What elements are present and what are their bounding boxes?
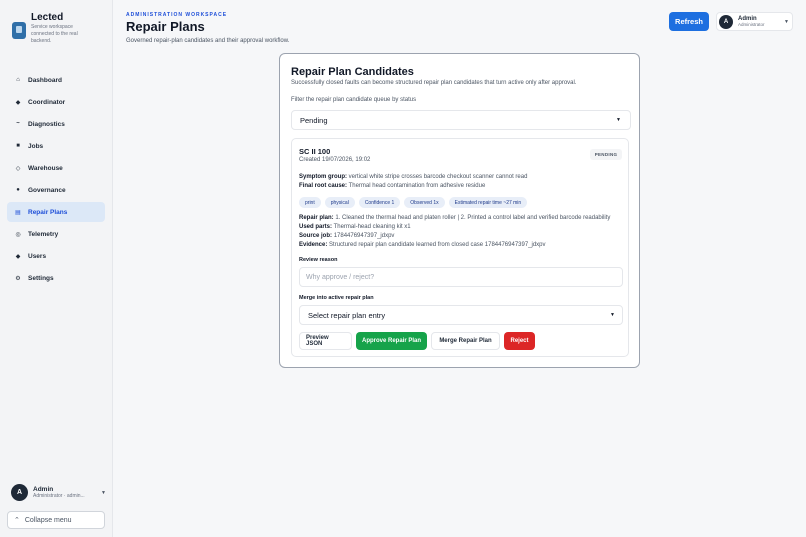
page-subtitle: Governed repair-plan candidates and thei… xyxy=(126,38,290,44)
symptom-group: Symptom group: vertical white stripe cro… xyxy=(299,174,528,180)
avatar: A xyxy=(11,484,28,501)
collapse-menu-button[interactable]: ⌃ Collapse menu xyxy=(7,511,105,529)
users-icon: ◆ xyxy=(15,253,21,260)
candidate-title: SC II 100 xyxy=(299,147,331,156)
status-filter-value: Pending xyxy=(300,115,328,125)
sidebar-item-label: Warehouse xyxy=(28,164,63,172)
user-role: Administrator · admin... xyxy=(33,493,85,499)
brand: Lected Service workspace connected to th… xyxy=(12,12,89,45)
card-title: Repair Plan Candidates xyxy=(291,66,414,78)
box-icon: ◇ xyxy=(15,165,21,172)
sidebar-item-label: Jobs xyxy=(28,142,44,150)
brand-name: Lected xyxy=(31,12,64,23)
sidebar-item-governance[interactable]: ● Governance xyxy=(7,180,105,200)
repair-plan-text: Repair plan: 1. Cleaned the thermal head… xyxy=(299,215,611,221)
sidebar-item-label: Diagnostics xyxy=(28,120,65,128)
list-icon: ▤ xyxy=(15,209,21,216)
candidate-created: Created 19/07/2026, 19:02 xyxy=(299,157,371,163)
diamond-icon: ◆ xyxy=(15,99,21,106)
reject-button[interactable]: Reject xyxy=(504,332,535,350)
tag: Estimated repair time ~27 min xyxy=(448,197,528,208)
page-title: Repair Plans xyxy=(126,19,205,34)
refresh-button[interactable]: Refresh xyxy=(669,12,709,31)
sidebar-item-diagnostics[interactable]: ~ Diagnostics xyxy=(7,114,105,134)
brand-logo-icon xyxy=(12,22,26,39)
sidebar-item-label: Governance xyxy=(28,186,66,194)
chevron-down-icon: ▼ xyxy=(610,312,615,318)
approve-repair-plan-button[interactable]: Approve Repair Plan xyxy=(356,332,427,350)
evidence: Evidence: Structured repair plan candida… xyxy=(299,242,546,248)
sidebar-item-settings[interactable]: ⚙ Settings xyxy=(7,268,105,288)
gauge-icon: ◎ xyxy=(15,231,21,238)
sidebar-item-warehouse[interactable]: ◇ Warehouse xyxy=(7,158,105,178)
sidebar-item-label: Dashboard xyxy=(28,76,62,84)
status-filter-select[interactable]: Pending ▼ xyxy=(291,110,631,130)
review-reason-label: Review reason xyxy=(299,257,338,263)
sidebar-item-label: Settings xyxy=(28,274,54,282)
sidebar-item-label: Users xyxy=(28,252,47,260)
chevron-down-icon: ▼ xyxy=(101,489,106,496)
user-role: Administrator xyxy=(738,22,765,27)
tag: print xyxy=(299,197,321,208)
person-icon: ● xyxy=(16,187,20,193)
action-buttons: Preview JSON Approve Repair Plan Merge R… xyxy=(299,332,539,350)
chevron-up-icon: ⌃ xyxy=(14,517,20,524)
used-parts: Used parts: Thermal-head cleaning kit x1 xyxy=(299,224,411,230)
pulse-icon: ~ xyxy=(16,121,20,127)
status-badge: PENDING xyxy=(590,149,622,160)
home-icon: ⌂ xyxy=(16,77,20,83)
briefcase-icon: ■ xyxy=(16,143,20,149)
status-filter-label: Filter the repair plan candidate queue b… xyxy=(291,97,417,103)
sidebar-item-users[interactable]: ◆ Users xyxy=(7,246,105,266)
source-job: Source job: 1784476947397_jdxpv xyxy=(299,233,395,239)
merge-label: Merge into active repair plan xyxy=(299,295,374,301)
candidate-item: SC II 100 Created 19/07/2026, 19:02 PEND… xyxy=(291,138,629,357)
sidebar-item-telemetry[interactable]: ◎ Telemetry xyxy=(7,224,105,244)
sidebar-nav: ⌂ Dashboard ◆ Coordinator ~ Diagnostics … xyxy=(7,70,105,290)
card-subtitle: Successfully closed faults can become st… xyxy=(291,80,577,86)
tag: Confidence 1 xyxy=(358,197,401,208)
merge-repair-plan-button[interactable]: Merge Repair Plan xyxy=(431,332,500,350)
collapse-menu-label: Collapse menu xyxy=(24,516,72,524)
gear-icon: ⚙ xyxy=(15,275,21,282)
header-user-menu[interactable]: A Admin Administrator ▼ xyxy=(716,12,793,31)
repair-plan-candidates-card: Repair Plan Candidates Successfully clos… xyxy=(279,53,640,368)
sidebar-user-menu[interactable]: A Admin Administrator · admin... ▼ xyxy=(11,484,106,501)
tag: physical xyxy=(324,197,355,208)
sidebar-item-label: Telemetry xyxy=(28,230,59,238)
chevron-down-icon: ▼ xyxy=(784,18,789,25)
sidebar-item-label: Coordinator xyxy=(28,98,66,106)
tag: Observed 1x xyxy=(404,197,445,208)
final-root-cause: Final root cause: Thermal head contamina… xyxy=(299,183,486,189)
merge-plan-select[interactable]: Select repair plan entry ▼ xyxy=(299,305,623,325)
avatar: A xyxy=(719,14,733,29)
preview-json-button[interactable]: Preview JSON xyxy=(299,332,352,350)
sidebar: Lected Service workspace connected to th… xyxy=(0,0,113,537)
chevron-down-icon: ▼ xyxy=(616,117,621,123)
merge-plan-value: Select repair plan entry xyxy=(308,310,386,320)
candidate-tags: print physical Confidence 1 Observed 1x … xyxy=(299,197,531,208)
sidebar-item-coordinator[interactable]: ◆ Coordinator xyxy=(7,92,105,112)
sidebar-item-label: Repair Plans xyxy=(28,208,68,216)
page-eyebrow: ADMINISTRATION WORKSPACE xyxy=(126,12,228,18)
brand-subtitle: Service workspace connected to the real … xyxy=(31,24,78,44)
sidebar-item-jobs[interactable]: ■ Jobs xyxy=(7,136,105,156)
user-name: Admin xyxy=(33,486,54,493)
review-reason-input[interactable]: Why approve / reject? xyxy=(299,267,623,287)
sidebar-item-dashboard[interactable]: ⌂ Dashboard xyxy=(7,70,105,90)
sidebar-item-repair-plans[interactable]: ▤ Repair Plans xyxy=(7,202,105,222)
